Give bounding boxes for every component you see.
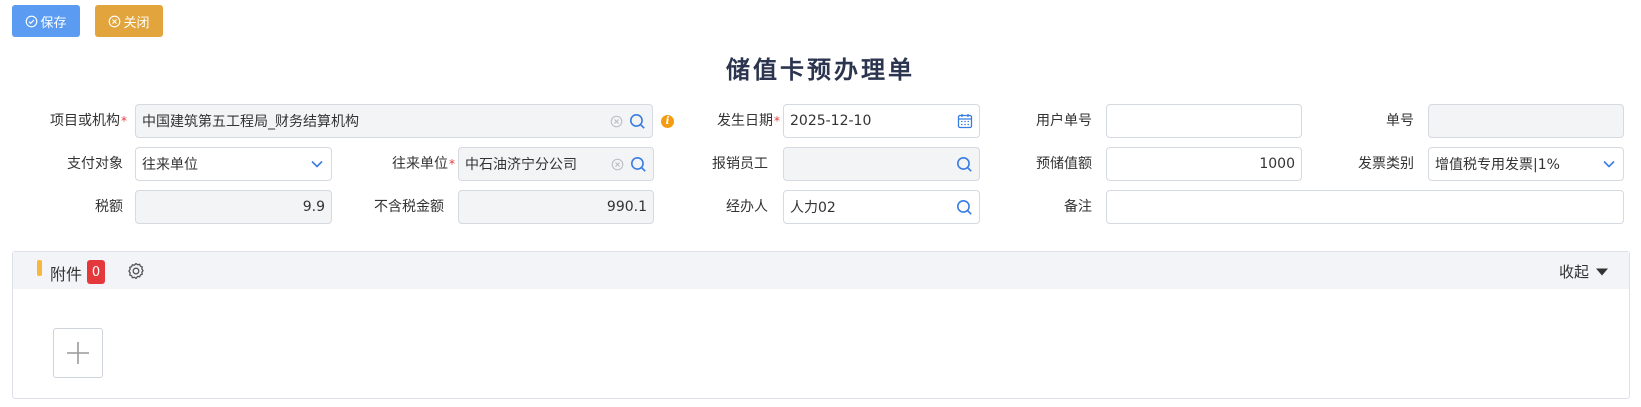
plus-icon [67, 342, 89, 364]
tax-field: 9.9 [135, 190, 332, 224]
handler-label: 经办人 [726, 199, 768, 215]
accent-bar [37, 260, 42, 276]
gear-icon[interactable] [126, 261, 146, 285]
caret-down-icon [1596, 268, 1608, 275]
page-title: 储值卡预办理单 [726, 56, 915, 84]
occur-date-label: 发生日期* [717, 113, 780, 129]
close-circle-icon [109, 15, 121, 27]
amount-excl-tax-label: 不含税金额 [374, 199, 444, 215]
invoice-type-label: 发票类别 [1358, 156, 1414, 172]
chevron-down-icon [309, 156, 325, 172]
check-circle-icon [26, 15, 38, 27]
tax-label: 税额 [95, 199, 123, 215]
info-icon[interactable]: i [661, 115, 674, 128]
add-attachment-button[interactable] [53, 328, 103, 378]
search-icon[interactable] [629, 113, 646, 130]
remark-label: 备注 [1064, 199, 1092, 215]
reimburser-label: 报销员工 [712, 156, 768, 172]
attachment-panel: 附件 0 收起 [12, 251, 1630, 399]
doc-no-label: 单号 [1386, 113, 1414, 129]
attachment-panel-header: 附件 0 收起 [13, 252, 1629, 289]
doc-no-field [1428, 104, 1624, 138]
pay-target-select[interactable]: 往来单位 [135, 147, 332, 181]
pay-target-label: 支付对象 [67, 156, 123, 172]
project-field[interactable]: 中国建筑第五工程局_财务结算机构 [135, 104, 653, 138]
close-button[interactable]: 关闭 [95, 5, 163, 37]
attachment-count-badge: 0 [87, 260, 105, 284]
reimburser-field[interactable] [783, 147, 980, 181]
attachment-title: 附件 [50, 265, 83, 284]
user-doc-no-field[interactable] [1106, 104, 1302, 138]
clear-icon[interactable] [610, 115, 623, 128]
save-button[interactable]: 保存 [12, 5, 80, 37]
prestore-amount-field[interactable]: 1000 [1106, 147, 1302, 181]
counterparty-field[interactable]: 中石油济宁分公司 [458, 147, 654, 181]
save-label: 保存 [40, 14, 67, 30]
clear-icon[interactable] [611, 158, 624, 171]
project-label: 项目或机构* [50, 113, 127, 129]
close-label: 关闭 [123, 14, 150, 30]
search-icon[interactable] [956, 199, 973, 216]
counterparty-label: 往来单位* [392, 156, 455, 172]
invoice-type-select[interactable]: 增值税专用发票|1% [1428, 147, 1624, 181]
occur-date-field[interactable]: 2025-12-10 [783, 104, 980, 138]
handler-field[interactable]: 人力02 [783, 190, 980, 224]
search-icon[interactable] [630, 156, 647, 173]
chevron-down-icon [1601, 156, 1617, 172]
collapse-label: 收起 [1558, 263, 1589, 281]
user-doc-no-label: 用户单号 [1036, 113, 1092, 129]
occur-date-value: 2025-12-10 [790, 113, 872, 129]
search-icon[interactable] [956, 156, 973, 173]
project-value: 中国建筑第五工程局_财务结算机构 [142, 114, 359, 130]
prestore-amount-label: 预储值额 [1036, 156, 1092, 172]
amount-excl-tax-field: 990.1 [458, 190, 654, 224]
collapse-toggle[interactable]: 收起 [1559, 261, 1609, 282]
remark-field[interactable] [1106, 190, 1624, 224]
calendar-icon[interactable] [957, 113, 973, 129]
